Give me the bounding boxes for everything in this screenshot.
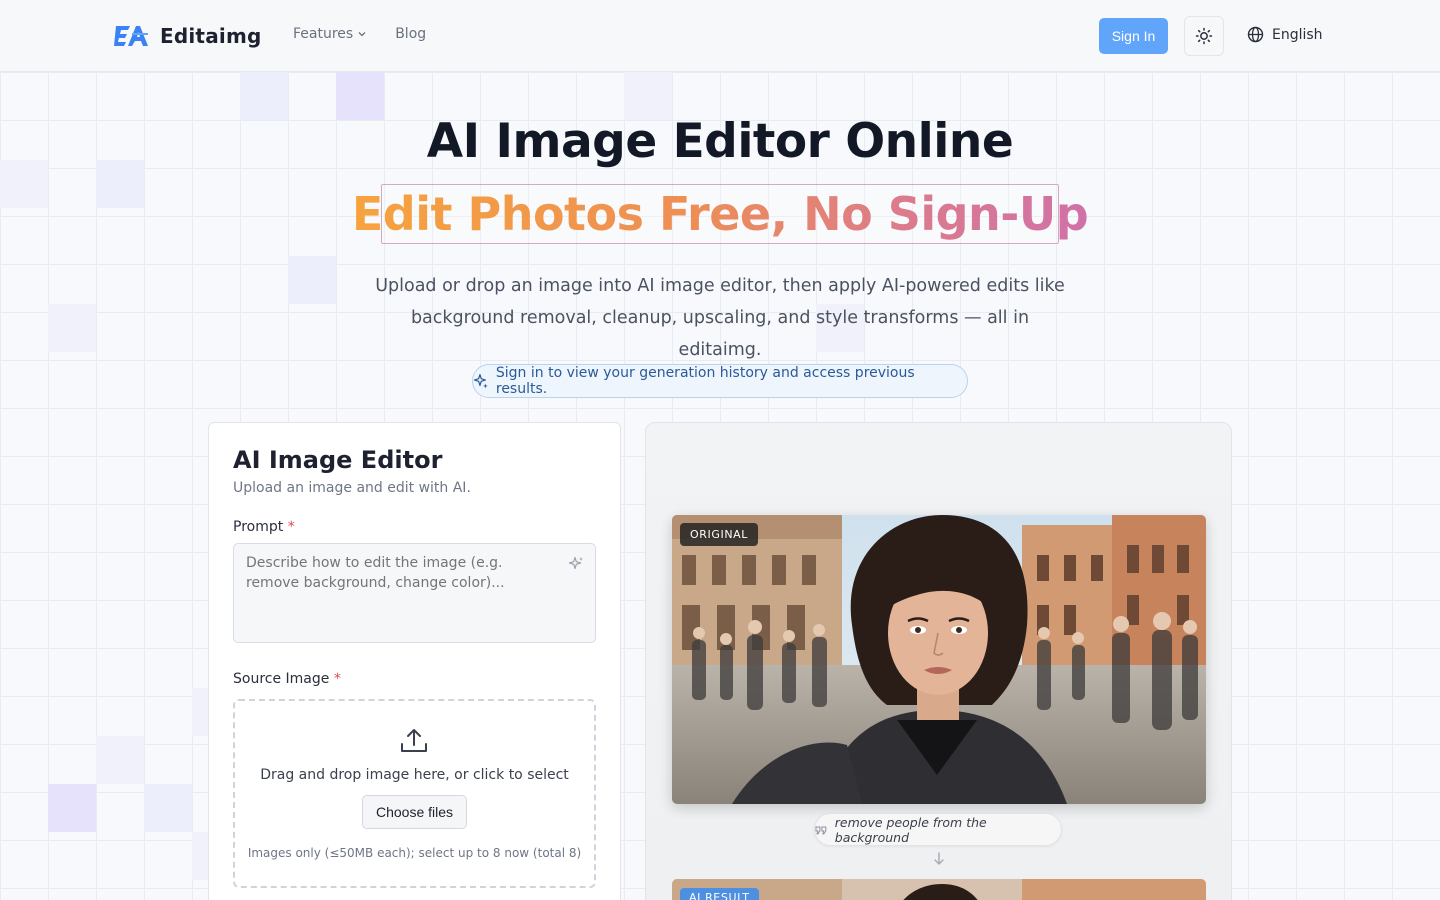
hero-subtitle: Edit Photos Free, No Sign-Up — [351, 187, 1089, 241]
hero-description: Upload or drop an image into AI image ed… — [375, 276, 1065, 360]
sparkles-icon — [473, 373, 488, 389]
original-example-image: ORIGINAL — [672, 515, 1206, 804]
example-prompt-pill: remove people from the background — [814, 813, 1062, 846]
upload-icon — [401, 729, 427, 752]
language-label: English — [1272, 26, 1323, 43]
ai-result-badge: AI RESULT — [680, 888, 759, 900]
example-prompt-text: remove people from the background — [834, 814, 987, 845]
main-nav: Features Blog — [293, 26, 426, 42]
ai-result-example-image: AI RESULT — [672, 879, 1206, 900]
nav-blog-label: Blog — [395, 26, 427, 42]
image-dropzone[interactable]: Drag and drop image here, or click to se… — [233, 699, 596, 888]
quote-icon — [815, 826, 827, 834]
logo-text: Editaimg — [160, 24, 262, 48]
top-header: Editaimg Features Blog Sign In English — [0, 0, 1440, 72]
globe-icon — [1247, 26, 1264, 43]
original-badge: ORIGINAL — [680, 523, 758, 546]
editor-panel: AI Image Editor Upload an image and edit… — [208, 422, 621, 900]
nav-blog[interactable]: Blog — [395, 26, 426, 42]
sign-in-notice-text: Sign in to view your generation history … — [495, 365, 915, 397]
sign-in-button[interactable]: Sign In — [1099, 18, 1168, 54]
chevron-down-icon — [358, 32, 366, 37]
editaimg-logo-icon — [114, 26, 148, 46]
hero-subtitle-box: Edit Photos Free, No Sign-Up — [352, 184, 1089, 244]
example-preview-panel: ORIGINAL remove people from the backgrou… — [645, 422, 1232, 900]
sun-icon — [1195, 27, 1213, 45]
nav-features[interactable]: Features — [293, 26, 367, 42]
required-mark: * — [287, 519, 295, 535]
source-image-label: Source Image * — [233, 671, 341, 687]
theme-toggle-button[interactable] — [1184, 16, 1224, 56]
prompt-input[interactable] — [233, 543, 596, 643]
dropzone-hint: Images only (≤50MB each); select up to 8… — [247, 846, 582, 860]
logo[interactable]: Editaimg — [114, 22, 262, 50]
editor-subtitle: Upload an image and edit with AI. — [233, 480, 471, 496]
prompt-label-text: Prompt — [233, 519, 284, 535]
page-title: AI Image Editor Online — [426, 114, 1014, 169]
street-portrait-illustration — [672, 515, 1206, 804]
sign-in-notice[interactable]: Sign in to view your generation history … — [472, 364, 968, 398]
choose-files-button[interactable]: Choose files — [362, 795, 467, 829]
nav-features-label: Features — [293, 26, 354, 42]
source-image-label-text: Source Image — [233, 671, 330, 687]
arrow-down-icon — [934, 852, 944, 865]
magic-sparkle-icon[interactable] — [567, 555, 585, 573]
editor-title: AI Image Editor — [233, 446, 443, 474]
prompt-label: Prompt * — [233, 519, 295, 535]
required-mark: * — [333, 671, 341, 687]
dropzone-text: Drag and drop image here, or click to se… — [260, 767, 569, 783]
language-selector[interactable]: English — [1247, 26, 1323, 43]
